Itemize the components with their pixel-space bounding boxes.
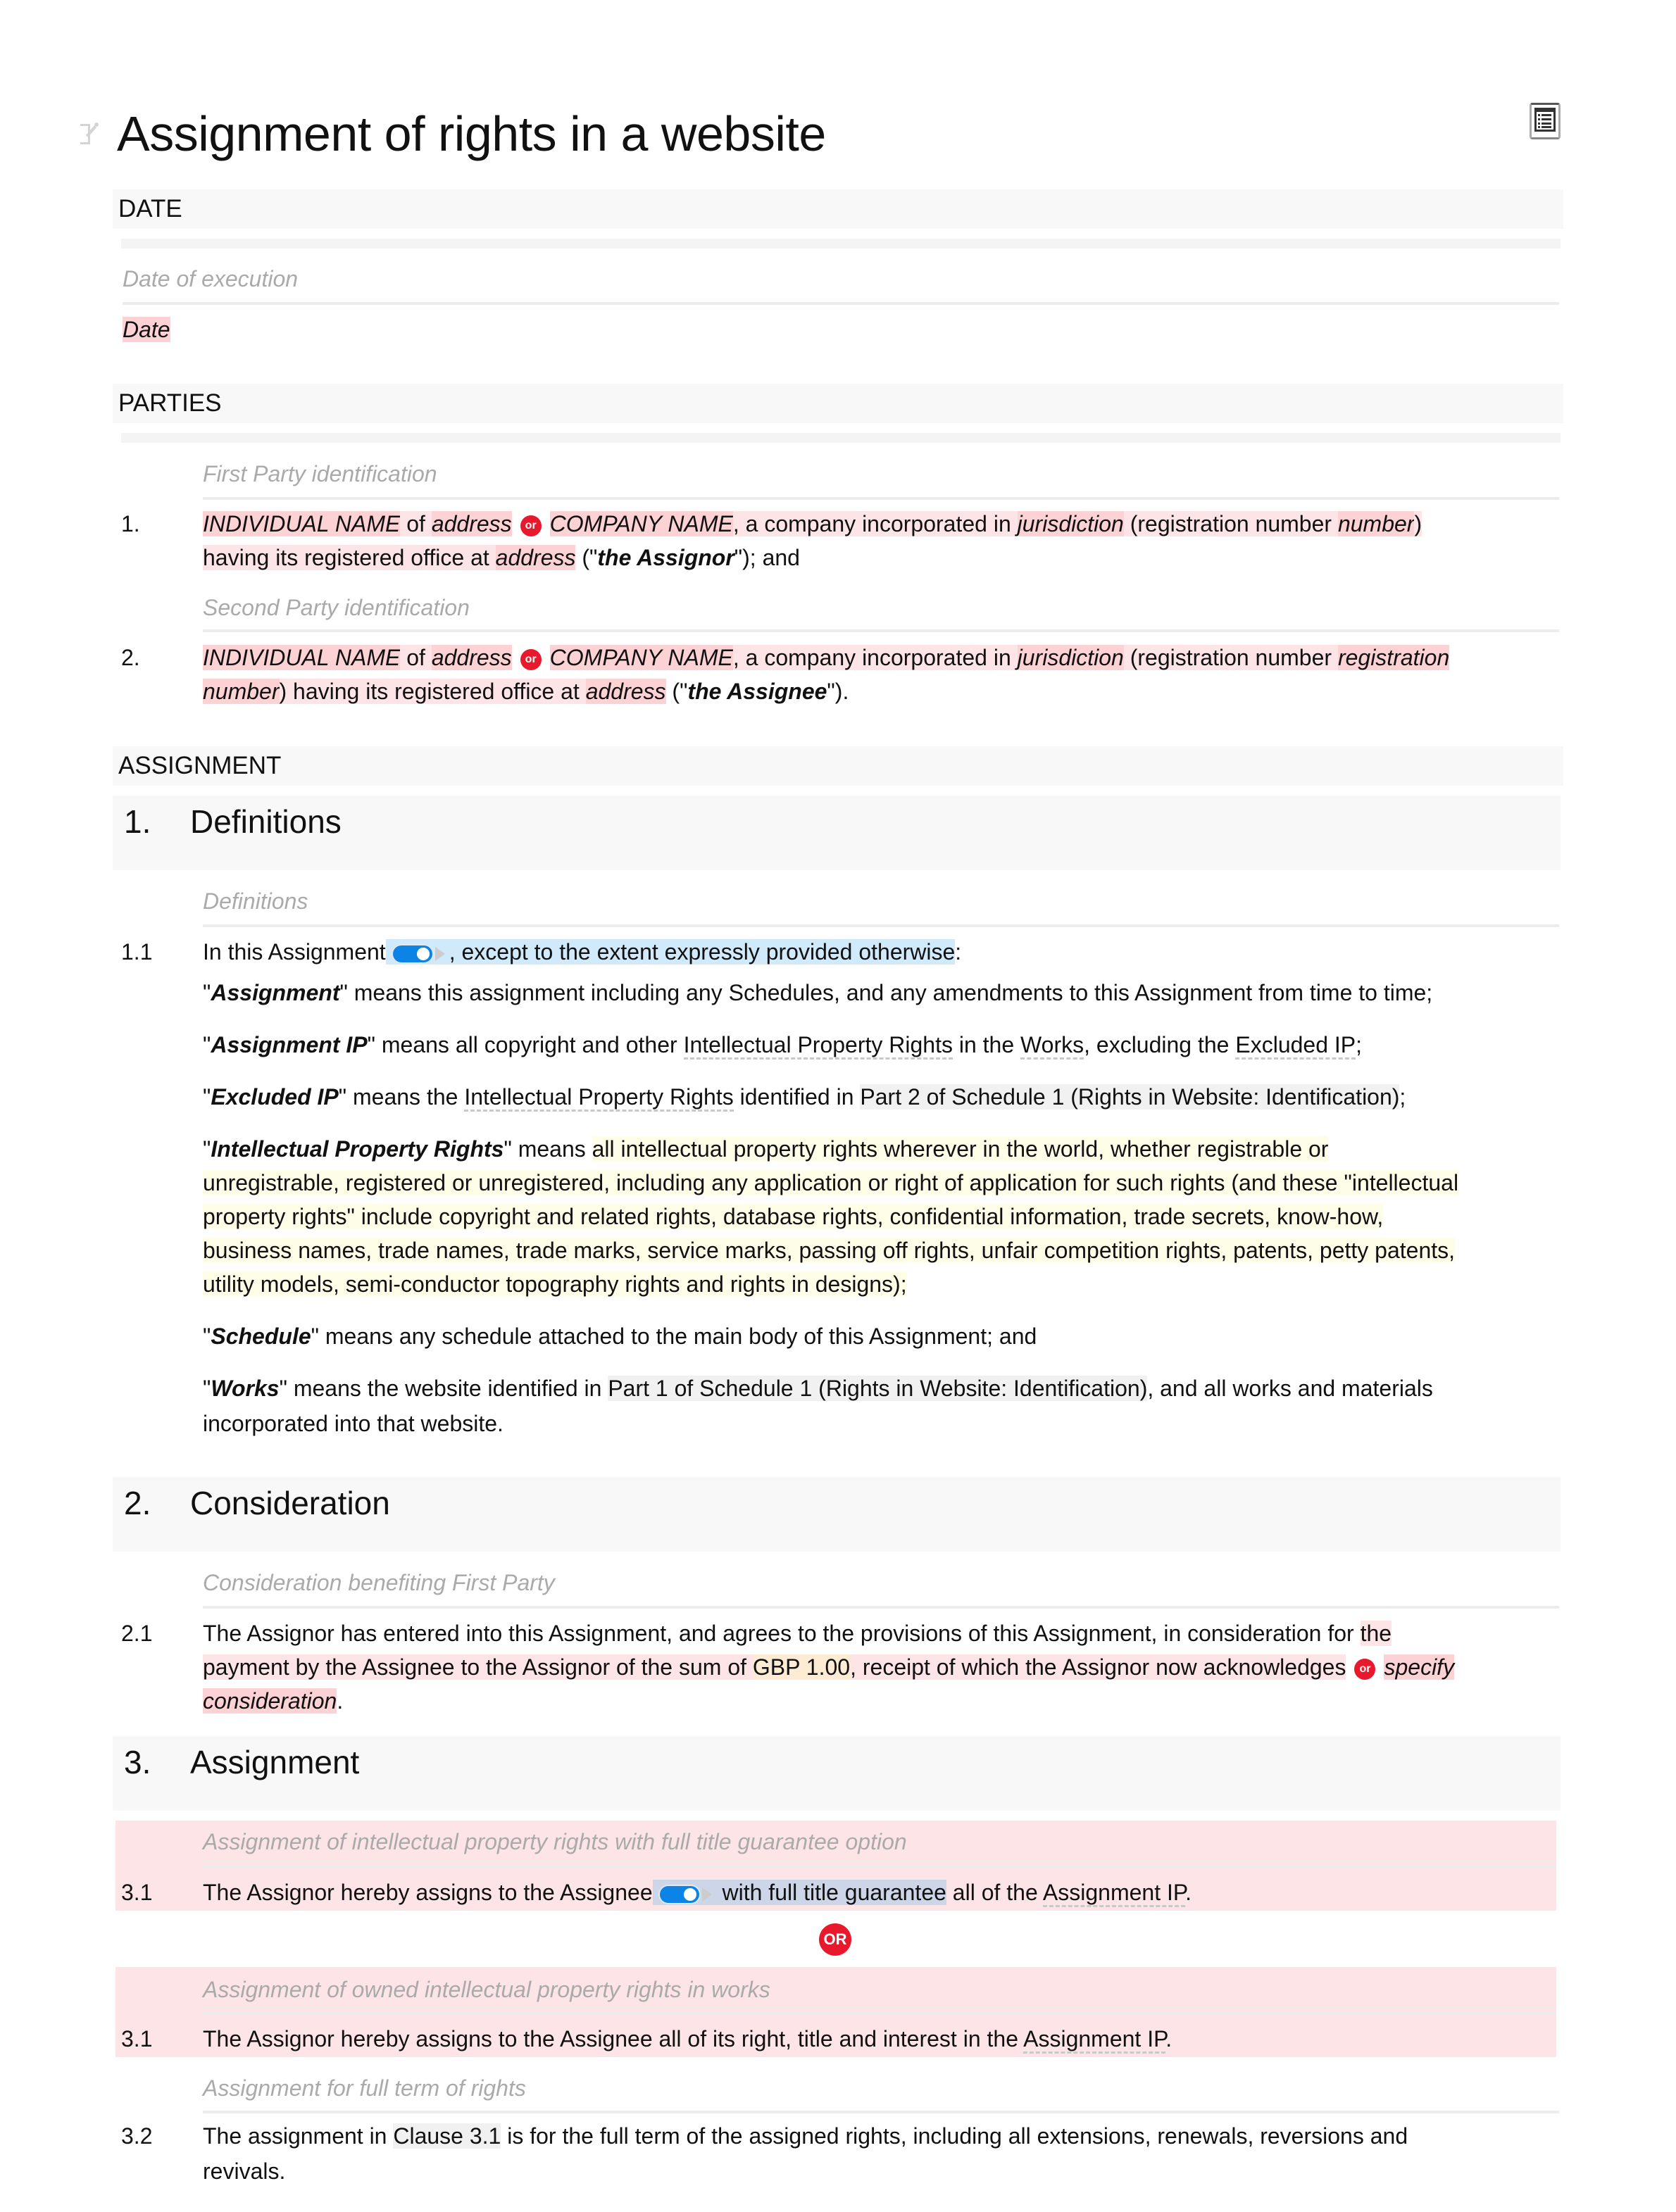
address-field[interactable]: address	[431, 645, 512, 670]
clause-number: 2.1	[121, 1621, 153, 1646]
note-option-1: Assignment of intellectual property righ…	[203, 1829, 907, 1854]
specify-consideration-field[interactable]: specify	[1384, 1654, 1455, 1680]
or-toggle-badge[interactable]: or	[520, 515, 542, 536]
party-2-text: INDIVIDUAL NAME of address or COMPANY NAME…	[203, 645, 1450, 670]
divider	[203, 629, 1559, 632]
divider	[121, 433, 1561, 443]
defined-term-link[interactable]: Intellectual Property Rights	[683, 1032, 953, 1060]
registered-address-field[interactable]: address	[495, 545, 576, 570]
clause-3-1-option-1: The Assignor hereby assigns to the Assig…	[203, 1875, 1192, 1909]
clause-3-2: The assignment in Clause 3.1 is for the …	[203, 2123, 1408, 2149]
definition-assignment-ip: "Assignment IP" means all copyright and …	[203, 1028, 1362, 1062]
defined-term: the Assignor	[597, 545, 734, 570]
clause-3-1-option-2: The Assignor hereby assigns to the Assig…	[203, 2022, 1172, 2056]
definition-ipr: "Intellectual Property Rights" means all…	[203, 1136, 1329, 1162]
clause-2-1: The Assignor has entered into this Assig…	[203, 1621, 1392, 1646]
registration-number-field[interactable]: registration	[1337, 645, 1450, 670]
cross-reference[interactable]: Part 1 of Schedule 1 (Rights in Website:…	[608, 1376, 1148, 1401]
clause-number: 3.1	[121, 1880, 153, 1905]
section-heading-assignment: ASSIGNMENT	[113, 746, 1563, 786]
divider	[203, 497, 1559, 500]
clause-heading-consideration: 2. Consideration	[113, 1477, 1561, 1552]
clause-heading-assignment: 3. Assignment	[113, 1736, 1561, 1811]
party-number: 1.	[121, 511, 140, 536]
option-toggle[interactable]	[392, 945, 432, 962]
defined-term-link[interactable]: Assignment IP	[1023, 2026, 1166, 2054]
note-definitions: Definitions	[203, 888, 308, 914]
address-field[interactable]: address	[431, 511, 512, 536]
amount-field[interactable]: GBP 1.00	[752, 1654, 851, 1680]
note-date-of-execution: Date of execution	[123, 266, 299, 291]
note-consideration: Consideration benefiting First Party	[203, 1570, 555, 1595]
pencil-icon[interactable]	[79, 121, 100, 146]
divider	[203, 924, 1559, 927]
specify-consideration-field[interactable]: consideration	[203, 1688, 337, 1714]
definition-works: "Works" means the website identified in …	[203, 1376, 1433, 1401]
registration-number-field[interactable]: number	[203, 679, 280, 704]
expand-arrow-icon[interactable]	[701, 1887, 712, 1902]
divider	[121, 239, 1561, 249]
registration-number-field[interactable]: number	[1337, 511, 1415, 536]
divider	[203, 2012, 1556, 2015]
clause-heading-definitions: 1. Definitions	[113, 796, 1561, 870]
jurisdiction-field[interactable]: jurisdiction	[1017, 511, 1124, 536]
company-name-field[interactable]: COMPANY NAME	[549, 645, 733, 670]
option-toggle[interactable]	[659, 1885, 699, 1903]
divider	[203, 1866, 1556, 1868]
divider	[123, 302, 1559, 305]
section-heading-parties: PARTIES	[113, 384, 1563, 423]
note-second-party: Second Party identification	[203, 595, 470, 620]
defined-term-link[interactable]: Excluded IP	[1235, 1032, 1356, 1060]
or-toggle-badge[interactable]: or	[520, 648, 542, 670]
cross-reference[interactable]: Part 2 of Schedule 1 (Rights in Website:…	[860, 1084, 1400, 1110]
defined-term-link[interactable]: Assignment IP	[1042, 1880, 1186, 1907]
list-icon	[1534, 107, 1556, 135]
individual-name-field[interactable]: INDIVIDUAL NAME	[203, 511, 401, 536]
note-option-2: Assignment of owned intellectual propert…	[203, 1977, 770, 2002]
registered-address-field[interactable]: address	[585, 679, 666, 704]
defined-term: the Assignee	[687, 679, 827, 704]
definition-assignment: "Assignment" means this assignment inclu…	[203, 980, 1433, 1005]
defined-term-link[interactable]: Intellectual Property Rights	[464, 1084, 734, 1112]
date-placeholder[interactable]: Date	[123, 317, 170, 342]
clause-number: 3.1	[121, 2026, 153, 2051]
clause-1-1: In this Assignment, except to the extent…	[203, 939, 962, 964]
party-number: 2.	[121, 645, 140, 670]
divider	[203, 2111, 1559, 2113]
individual-name-field[interactable]: INDIVIDUAL NAME	[203, 645, 401, 670]
section-heading-date: DATE	[113, 189, 1563, 229]
company-name-field[interactable]: COMPANY NAME	[549, 511, 733, 536]
definition-excluded-ip: "Excluded IP" means the Intellectual Pro…	[203, 1080, 1406, 1114]
clause-number: 3.2	[121, 2123, 153, 2149]
clause-number: 1.1	[121, 939, 153, 964]
defined-term-link[interactable]: Works	[1020, 1032, 1084, 1060]
note-first-party: First Party identification	[203, 461, 437, 486]
note-full-term: Assignment for full term of rights	[203, 2075, 526, 2101]
cross-reference[interactable]: Clause 3.1	[393, 2123, 501, 2149]
or-separator-badge[interactable]: OR	[819, 1923, 851, 1956]
expand-arrow-icon[interactable]	[434, 946, 445, 961]
or-toggle-badge[interactable]: or	[1354, 1658, 1376, 1680]
divider	[203, 1606, 1559, 1609]
jurisdiction-field[interactable]: jurisdiction	[1017, 645, 1124, 670]
table-of-contents-button[interactable]	[1530, 103, 1561, 139]
party-1-text: INDIVIDUAL NAME of address or COMPANY NAME…	[203, 511, 1422, 536]
definition-schedule: "Schedule" means any schedule attached t…	[203, 1324, 1037, 1349]
document-title: Assignment of rights in a website	[117, 106, 826, 161]
